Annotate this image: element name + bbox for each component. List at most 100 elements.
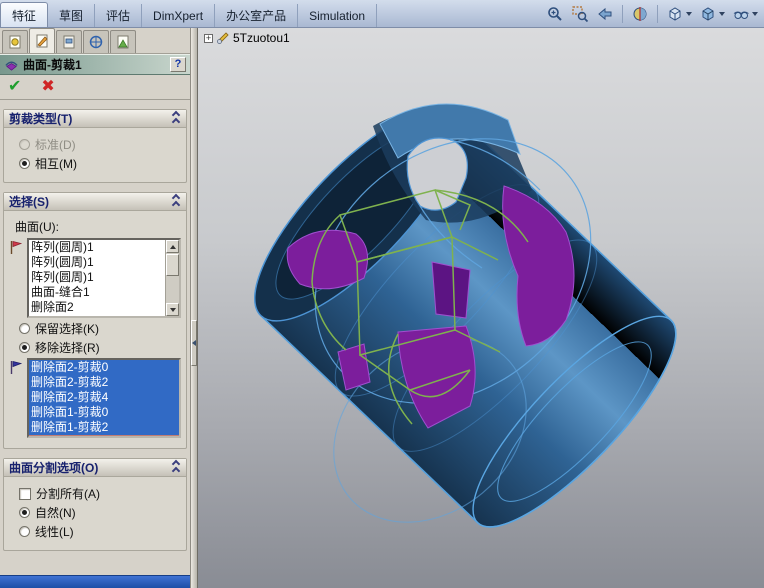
group-split-options-header[interactable]: 曲面分割选项(O)	[4, 459, 186, 477]
list-item-selected[interactable]: 删除面2-剪裁0	[29, 360, 179, 375]
checkbox-split-all[interactable]: 分割所有(A)	[19, 485, 181, 502]
pm-tab-display[interactable]	[110, 30, 136, 53]
heads-up-view-toolbar	[544, 2, 760, 26]
scroll-up-icon[interactable]	[166, 240, 179, 253]
group-trim-type-body: 标准(D) 相互(M)	[4, 128, 186, 182]
tab-dimxpert[interactable]: DimXpert	[142, 4, 216, 27]
radio-circle-icon	[19, 507, 30, 518]
scrollbar-thumb[interactable]	[166, 254, 179, 276]
group-header-label: 曲面分割选项(O)	[9, 461, 99, 475]
feature-tree-root[interactable]: + 5Tzuotou1	[204, 31, 290, 45]
list-item-selected[interactable]: 删除面1-剪裁0	[29, 405, 179, 420]
command-manager-tabs-bar: 特征 草图 评估 DimXpert 办公室产品 Simulation	[0, 0, 764, 28]
dropdown-arrow-icon[interactable]	[752, 12, 758, 16]
zoom-to-fit-icon	[548, 7, 562, 21]
collapse-chevron-icon[interactable]	[171, 459, 181, 476]
previous-view-button[interactable]	[594, 3, 616, 25]
radio-label: 标准(D)	[35, 138, 76, 152]
tab-evaluate[interactable]: 评估	[95, 4, 143, 27]
display-tab-icon	[117, 35, 129, 49]
tree-root-label: 5Tzuotou1	[233, 31, 290, 45]
collapse-chevron-icon[interactable]	[171, 110, 181, 127]
radio-label: 相互(M)	[35, 157, 77, 171]
tree-expand-icon[interactable]: +	[204, 33, 213, 43]
list-item-selected[interactable]: 删除面1-剪裁2	[29, 420, 179, 435]
zoom-to-fit-button[interactable]	[544, 3, 566, 25]
surfaces-listbox[interactable]: 阵列(圆周)1 阵列(圆周)1 阵列(圆周)1 曲面-缝合1 删除面2	[27, 238, 181, 318]
dropdown-arrow-icon[interactable]	[686, 12, 692, 16]
group-split-options: 曲面分割选项(O) 分割所有(A) 自然(N) 线性(L)	[3, 458, 187, 551]
radio-label: 保留选择(K)	[35, 322, 99, 336]
previous-view-icon	[598, 7, 612, 21]
bottom-strip	[0, 575, 190, 588]
group-header-label: 选择(S)	[9, 195, 49, 209]
features-tab-icon	[36, 34, 48, 48]
radio-circle-icon	[19, 526, 30, 537]
solidworks-window: 特征 草图 评估 DimXpert 办公室产品 Simulation 曲面-剪裁…	[0, 0, 764, 588]
list-item[interactable]: 阵列(圆周)1	[29, 270, 165, 285]
radio-keep-selections[interactable]: 保留选择(K)	[19, 320, 181, 337]
panel-title: 曲面-剪裁1	[23, 58, 82, 72]
view-orientation-icon	[669, 7, 681, 21]
radio-linear[interactable]: 线性(L)	[19, 523, 181, 540]
hide-show-items-button[interactable]	[730, 3, 760, 25]
pm-tab-property[interactable]	[2, 30, 28, 53]
tab-features[interactable]: 特征	[0, 2, 49, 27]
list-item[interactable]: 阵列(圆周)1	[29, 240, 165, 255]
pieces-list-row: 删除面2-剪裁0 删除面2-剪裁2 删除面2-剪裁4 删除面1-剪裁0 删除面1…	[9, 358, 181, 438]
radio-label: 线性(L)	[35, 525, 74, 539]
dropdown-arrow-icon[interactable]	[719, 12, 725, 16]
model-3d-rendering	[253, 103, 677, 528]
property-manager-panel: 曲面-剪裁1 ? ✔ ✖ 剪裁类型(T) 标准(D) 相互(M) 选择(S) 曲…	[0, 28, 190, 575]
list-item-selected[interactable]: 删除面2-剪裁4	[29, 390, 179, 405]
section-view-button[interactable]	[629, 3, 651, 25]
radio-circle-icon	[19, 139, 30, 150]
group-selection-header[interactable]: 选择(S)	[4, 193, 186, 211]
zoom-to-area-button[interactable]	[569, 3, 591, 25]
list-item-selected[interactable]: 删除面2-剪裁2	[29, 375, 179, 390]
radio-circle-icon	[19, 323, 30, 334]
list-item[interactable]: 阵列(圆周)1	[29, 255, 165, 270]
list-item[interactable]: 删除面2	[29, 300, 165, 315]
radio-remove-selections[interactable]: 移除选择(R)	[19, 339, 181, 356]
zoom-to-area-icon	[572, 6, 589, 23]
pieces-listbox[interactable]: 删除面2-剪裁0 删除面2-剪裁2 删除面2-剪裁4 删除面1-剪裁0 删除面1…	[27, 358, 181, 438]
pm-tab-configuration[interactable]	[56, 30, 82, 53]
radio-standard[interactable]: 标准(D)	[19, 136, 181, 153]
list-item[interactable]: 曲面-缝合1	[29, 285, 165, 300]
part-icon	[217, 32, 229, 44]
radio-label: 自然(N)	[35, 506, 76, 520]
configuration-tab-icon	[63, 35, 75, 49]
collapse-chevron-icon[interactable]	[171, 193, 181, 210]
radio-circle-icon	[19, 342, 30, 353]
ok-button[interactable]: ✔	[8, 79, 21, 95]
view-orientation-button[interactable]	[664, 3, 694, 25]
radio-mutual[interactable]: 相互(M)	[19, 155, 181, 172]
toolbar-separator	[657, 5, 658, 23]
graphics-viewport[interactable]: + 5Tzuotou1	[198, 28, 764, 588]
section-view-icon	[633, 7, 647, 21]
scroll-down-icon[interactable]	[166, 303, 179, 316]
group-trim-type: 剪裁类型(T) 标准(D) 相互(M)	[3, 109, 187, 183]
remove-pieces-flag-icon	[9, 358, 24, 378]
tab-sketch[interactable]: 草图	[48, 4, 96, 27]
checkbox-icon	[19, 487, 31, 500]
property-tab-icon	[9, 35, 21, 49]
radio-natural[interactable]: 自然(N)	[19, 504, 181, 521]
listbox-scrollbar[interactable]	[165, 240, 179, 316]
cancel-button[interactable]: ✖	[41, 79, 54, 95]
pm-tab-features[interactable]	[29, 28, 55, 53]
hide-show-items-icon	[733, 11, 749, 19]
panel-splitter[interactable]	[190, 28, 198, 588]
display-style-icon	[702, 7, 714, 21]
group-trim-type-header[interactable]: 剪裁类型(T)	[4, 110, 186, 128]
tab-office-products[interactable]: 办公室产品	[215, 4, 299, 27]
display-style-button[interactable]	[697, 3, 727, 25]
checkbox-label: 分割所有(A)	[36, 487, 100, 501]
panel-collapse-button[interactable]	[191, 320, 197, 366]
surfaces-label: 曲面(U):	[15, 220, 59, 234]
help-button[interactable]: ?	[170, 57, 186, 72]
pm-tab-dimxpert[interactable]	[83, 30, 109, 53]
dimxpert-tab-icon	[89, 35, 103, 49]
tab-simulation[interactable]: Simulation	[298, 4, 378, 27]
